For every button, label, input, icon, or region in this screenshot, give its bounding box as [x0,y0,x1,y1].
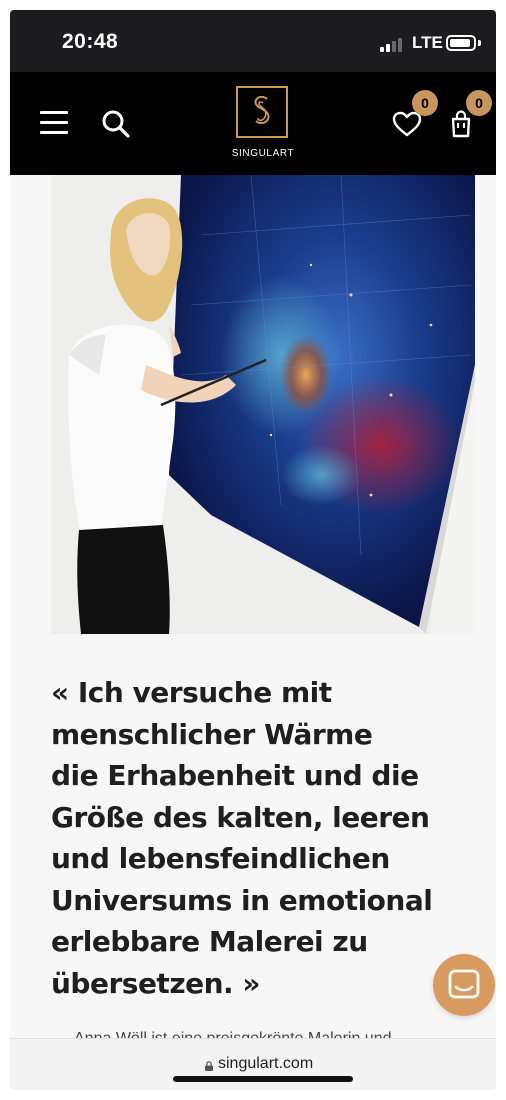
quote-line: Größe des kalten, leeren [51,800,430,834]
artist-quote: « Ich versuche mit menschlicher Wärme di… [51,672,491,1004]
wishlist-badge: 0 [412,90,438,116]
quote-line: Universums in emotional [51,883,433,917]
status-time: 20:48 [62,30,119,53]
menu-icon[interactable] [40,110,70,136]
quote-line: übersetzen. » [51,966,261,1000]
signal-icon [380,36,406,52]
quote-line: menschlicher Wärme [51,717,373,751]
cart-badge: 0 [466,90,492,116]
chat-button[interactable] [433,954,495,1016]
lock-icon [205,1061,213,1071]
quote-line: die Erhabenheit und die [51,759,419,792]
battery-nub [478,40,481,46]
chat-icon [448,969,480,999]
network-type: LTE [412,33,443,52]
url-text[interactable]: singulart.com [218,1055,313,1073]
quote-line: erlebbare Malerei zu [51,925,368,958]
phone-screen: 20:48 LTE SINGULART 0 0 « Ich versuche m… [10,10,496,1090]
quote-line: und lebensfeindlichen [51,842,390,875]
artist-painting-photo [51,175,475,634]
home-indicator[interactable] [173,1076,353,1082]
browser-url-bar[interactable]: singulart.com [10,1038,496,1090]
logo-text: SINGULART [231,148,295,159]
cart-button[interactable]: 0 [444,90,492,140]
site-header: SINGULART 0 0 [10,72,496,175]
logo-mark [236,86,288,138]
status-bar: 20:48 LTE [10,10,496,72]
quote-line: « Ich versuche mit [51,676,332,709]
wishlist-button[interactable]: 0 [390,90,438,140]
site-logo[interactable]: SINGULART [232,86,294,170]
search-icon[interactable] [100,108,132,140]
battery-icon [446,35,476,51]
